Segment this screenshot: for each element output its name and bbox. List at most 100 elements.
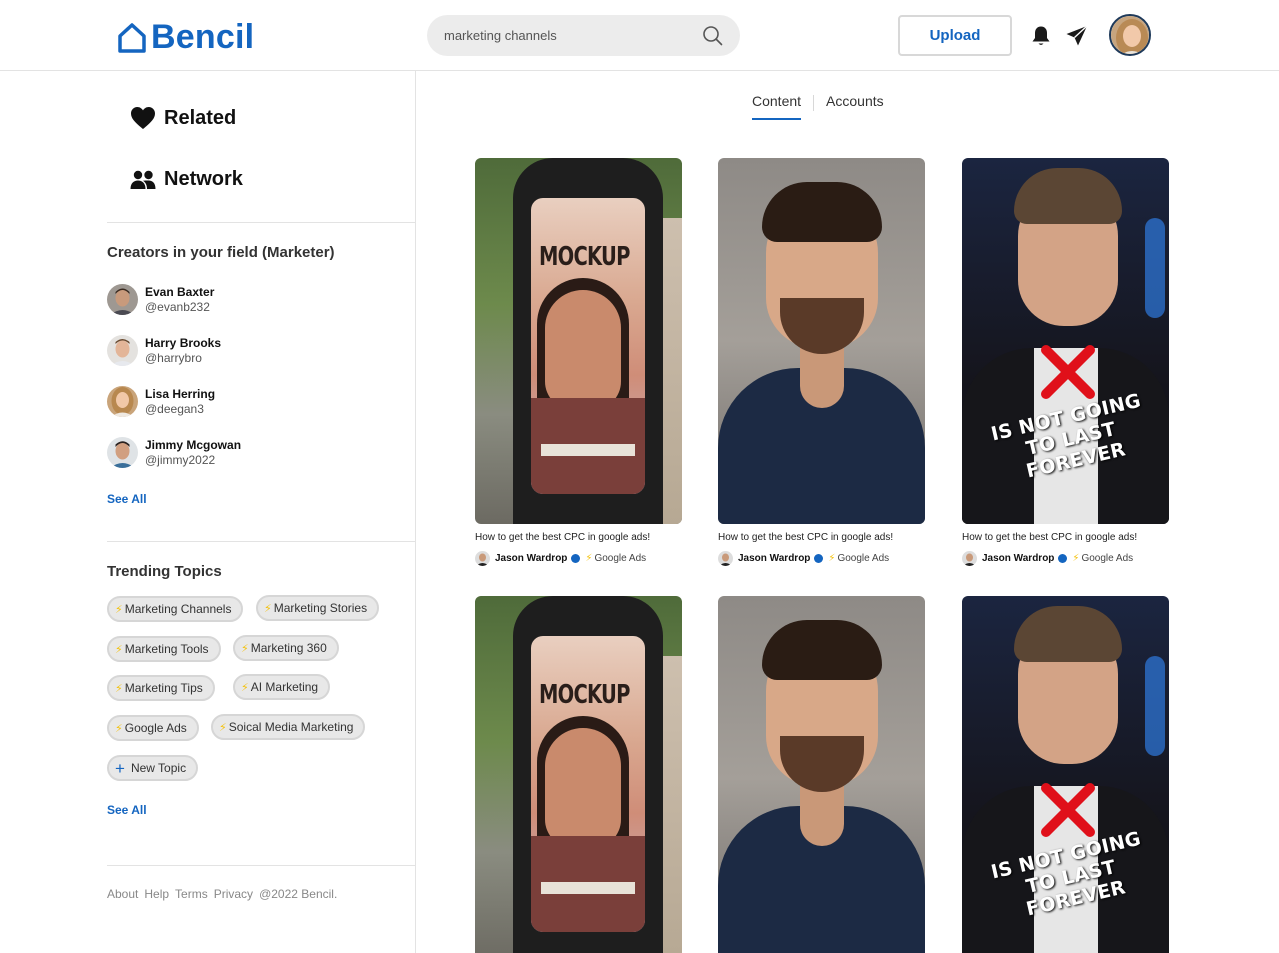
creator-avatar (107, 437, 138, 468)
footer-terms-link[interactable]: Terms (175, 887, 208, 901)
author-name[interactable]: Jason Wardrop (982, 553, 1054, 564)
card-meta: Jason Wardrop ⚡ Google Ads (718, 551, 925, 566)
new-topic-button[interactable]: + New Topic (107, 755, 199, 781)
topic-chip[interactable]: ⚡ Google Ads (107, 715, 199, 741)
footer-help-link[interactable]: Help (144, 887, 169, 901)
search-bar (427, 15, 740, 56)
topic-label: Marketing Stories (273, 601, 368, 615)
sidebar-item-network[interactable]: Network (130, 168, 243, 191)
verified-badge-icon (571, 554, 581, 563)
tab-accounts[interactable]: Accounts (826, 93, 884, 118)
author-name[interactable]: Jason Wardrop (495, 553, 567, 564)
topic-label: Marketing Tips (124, 681, 203, 695)
heart-icon (131, 107, 155, 129)
card-meta: Jason Wardrop ⚡ Google Ads (962, 551, 1169, 566)
creator-avatar (107, 284, 138, 315)
home-logo-icon (118, 22, 146, 53)
user-avatar[interactable] (1109, 14, 1151, 56)
card-title[interactable]: How to get the best CPC in google ads! (962, 532, 1169, 543)
content-thumbnail[interactable] (718, 158, 925, 524)
verified-badge-icon (814, 554, 824, 563)
plus-icon: + (115, 758, 125, 778)
content-card[interactable]: IS NOT GOING TO LAST FOREVER How to get … (962, 158, 1169, 566)
red-x-icon (1041, 783, 1095, 837)
topic-chip[interactable]: ⚡ Marketing Stories (256, 595, 380, 621)
content-thumbnail[interactable]: MOCKUP (475, 596, 682, 953)
bolt-icon: ⚡ (219, 721, 227, 734)
content-thumbnail[interactable]: MOCKUP (475, 158, 682, 524)
bolt-icon: ⚡ (585, 553, 593, 564)
bolt-icon: ⚡ (115, 643, 123, 656)
content-thumbnail[interactable]: IS NOT GOING TO LAST FOREVER (962, 596, 1169, 953)
topic-chip[interactable]: ⚡ Marketing Tips (107, 675, 215, 701)
bolt-icon: ⚡ (264, 602, 272, 615)
author-name[interactable]: Jason Wardrop (738, 553, 810, 564)
copyright-text: @2022 Bencil. (259, 887, 338, 901)
sidebar-item-label: Related (164, 106, 237, 129)
creator-item[interactable]: Evan Baxter @evanb232 (107, 284, 214, 315)
content-thumbnail[interactable]: IS NOT GOING TO LAST FOREVER (962, 158, 1169, 524)
footer-about-link[interactable]: About (107, 887, 138, 901)
content-card[interactable] (718, 596, 925, 953)
logo-text: Bencil (151, 18, 255, 56)
content-card[interactable]: MOCKUP (475, 596, 682, 953)
bolt-icon: ⚡ (1072, 553, 1080, 564)
divider (107, 541, 415, 542)
author-avatar[interactable] (962, 551, 977, 566)
creator-item[interactable]: Harry Brooks @harrybro (107, 335, 221, 366)
sidebar-item-label: Network (164, 168, 243, 190)
creator-name: Jimmy Mcgowan (145, 437, 242, 452)
creator-handle: @jimmy2022 (145, 452, 216, 467)
bolt-icon: ⚡ (241, 681, 249, 694)
card-meta: Jason Wardrop ⚡ Google Ads (475, 551, 682, 566)
topic-chip[interactable]: ⚡ Soical Media Marketing (211, 714, 366, 740)
creator-item[interactable]: Jimmy Mcgowan @jimmy2022 (107, 437, 241, 468)
creator-handle: @harrybro (145, 350, 202, 365)
card-title[interactable]: How to get the best CPC in google ads! (475, 532, 682, 543)
search-input[interactable] (444, 15, 694, 56)
topic-chip[interactable]: ⚡ AI Marketing (233, 674, 331, 700)
card-title[interactable]: How to get the best CPC in google ads! (718, 532, 925, 543)
content-card[interactable]: How to get the best CPC in google ads! J… (718, 158, 925, 566)
topics-see-all-link[interactable]: See All (107, 803, 147, 817)
sidebar: Related Network Creators in your field (… (0, 71, 416, 953)
creator-avatar (107, 386, 138, 417)
card-tag[interactable]: Google Ads (837, 553, 889, 564)
content-card[interactable]: MOCKUP How to get the best CPC in google… (475, 158, 682, 566)
send-icon[interactable] (1065, 24, 1089, 48)
topic-chip[interactable]: ⚡ Marketing 360 (233, 635, 339, 661)
bolt-icon: ⚡ (115, 722, 123, 735)
topic-label: Soical Media Marketing (228, 720, 354, 734)
mockup-title: MOCKUP (539, 242, 630, 272)
bolt-icon: ⚡ (115, 603, 123, 616)
red-x-icon (1041, 345, 1095, 399)
creator-handle: @deegan3 (145, 401, 204, 416)
content-card[interactable]: IS NOT GOING TO LAST FOREVER (962, 596, 1169, 953)
tab-separator (813, 95, 815, 111)
creator-name: Evan Baxter (145, 284, 215, 299)
card-tag[interactable]: Google Ads (594, 553, 646, 564)
verified-badge-icon (1058, 554, 1068, 563)
tab-content[interactable]: Content (752, 93, 802, 120)
search-icon[interactable] (702, 25, 723, 46)
topic-chip[interactable]: ⚡ Marketing Channels (107, 596, 244, 622)
card-tag[interactable]: Google Ads (1081, 553, 1133, 564)
topic-label: Marketing 360 (250, 641, 327, 655)
creator-item[interactable]: Lisa Herring @deegan3 (107, 386, 215, 417)
author-avatar[interactable] (475, 551, 490, 566)
creator-avatar (107, 335, 138, 366)
new-topic-label: New Topic (130, 761, 187, 775)
creators-see-all-link[interactable]: See All (107, 492, 147, 506)
upload-button[interactable]: Upload (898, 15, 1012, 56)
user-avatar-image (1111, 16, 1149, 54)
bencil-logo[interactable]: Bencil (117, 18, 254, 57)
sidebar-item-related[interactable]: Related (130, 106, 236, 130)
bolt-icon: ⚡ (115, 682, 123, 695)
author-avatar[interactable] (718, 551, 733, 566)
divider (107, 865, 415, 866)
mockup-title: MOCKUP (539, 680, 630, 710)
bell-icon[interactable] (1031, 25, 1051, 47)
content-thumbnail[interactable] (718, 596, 925, 953)
footer-privacy-link[interactable]: Privacy (214, 887, 253, 901)
topic-chip[interactable]: ⚡ Marketing Tools (107, 636, 221, 662)
